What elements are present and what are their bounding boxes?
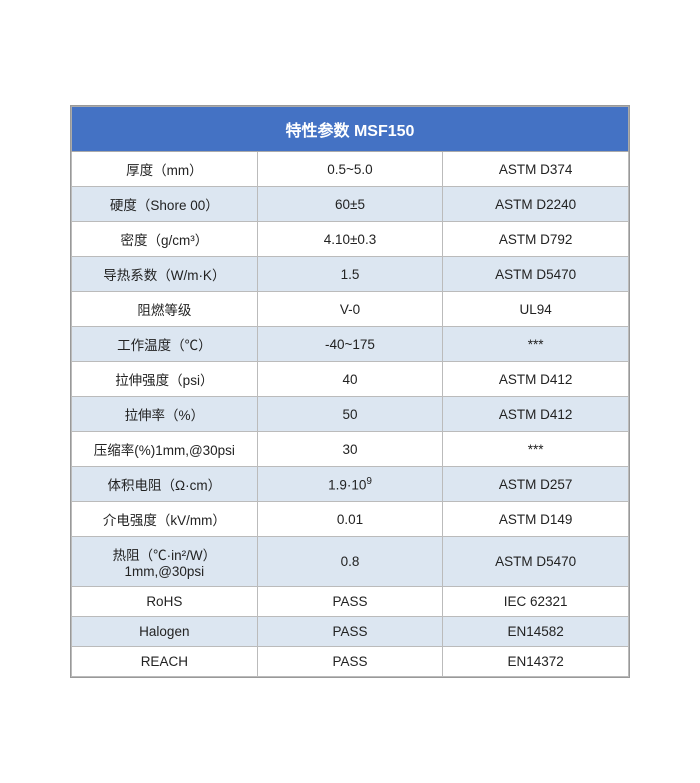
- table-row: 体积电阻（Ω·cm）1.9·109ASTM D257: [72, 467, 629, 502]
- value-cell: PASS: [257, 587, 443, 617]
- standard-cell: ASTM D792: [443, 222, 629, 257]
- value-cell: 60±5: [257, 187, 443, 222]
- standard-cell: ASTM D412: [443, 362, 629, 397]
- standard-cell: ASTM D374: [443, 152, 629, 187]
- value-cell: V-0: [257, 292, 443, 327]
- standard-cell: UL94: [443, 292, 629, 327]
- table-row: 导热系数（W/m·K）1.5ASTM D5470: [72, 257, 629, 292]
- standard-cell: ASTM D5470: [443, 537, 629, 587]
- property-cell: 阻燃等级: [72, 292, 258, 327]
- table-row: RoHSPASSIEC 62321: [72, 587, 629, 617]
- property-cell: 介电强度（kV/mm）: [72, 502, 258, 537]
- table-row: 拉伸强度（psi）40ASTM D412: [72, 362, 629, 397]
- table-row: 介电强度（kV/mm）0.01ASTM D149: [72, 502, 629, 537]
- standard-cell: ASTM D5470: [443, 257, 629, 292]
- value-cell: -40~175: [257, 327, 443, 362]
- table-header-row: 特性参数 MSF150: [72, 107, 629, 152]
- value-cell: PASS: [257, 617, 443, 647]
- property-cell: Halogen: [72, 617, 258, 647]
- property-cell: 拉伸强度（psi）: [72, 362, 258, 397]
- standard-cell: ASTM D412: [443, 397, 629, 432]
- property-cell: 压缩率(%)1mm,@30psi: [72, 432, 258, 467]
- property-cell: 密度（g/cm³）: [72, 222, 258, 257]
- standard-cell: ***: [443, 327, 629, 362]
- value-cell: 0.5~5.0: [257, 152, 443, 187]
- property-cell: 拉伸率（%）: [72, 397, 258, 432]
- table-row: 压缩率(%)1mm,@30psi30***: [72, 432, 629, 467]
- table-row: 密度（g/cm³）4.10±0.3ASTM D792: [72, 222, 629, 257]
- table-row: 厚度（mm）0.5~5.0ASTM D374: [72, 152, 629, 187]
- standard-cell: IEC 62321: [443, 587, 629, 617]
- table-row: 拉伸率（%）50ASTM D412: [72, 397, 629, 432]
- property-cell: 热阻（℃·in²/W）1mm,@30psi: [72, 537, 258, 587]
- value-cell: 1.5: [257, 257, 443, 292]
- property-cell: REACH: [72, 647, 258, 677]
- standard-cell: EN14372: [443, 647, 629, 677]
- property-cell: 工作温度（℃）: [72, 327, 258, 362]
- value-cell: 4.10±0.3: [257, 222, 443, 257]
- table-row: 硬度（Shore 00）60±5ASTM D2240: [72, 187, 629, 222]
- value-cell: 0.01: [257, 502, 443, 537]
- standard-cell: ASTM D149: [443, 502, 629, 537]
- properties-table: 特性参数 MSF150 厚度（mm）0.5~5.0ASTM D374硬度（Sho…: [70, 105, 630, 678]
- table-row: 阻燃等级V-0UL94: [72, 292, 629, 327]
- standard-cell: ***: [443, 432, 629, 467]
- property-cell: 导热系数（W/m·K）: [72, 257, 258, 292]
- value-cell: 50: [257, 397, 443, 432]
- value-cell: 1.9·109: [257, 467, 443, 502]
- table-row: REACHPASSEN14372: [72, 647, 629, 677]
- standard-cell: ASTM D2240: [443, 187, 629, 222]
- table-row: 热阻（℃·in²/W）1mm,@30psi0.8ASTM D5470: [72, 537, 629, 587]
- table-row: HalogenPASSEN14582: [72, 617, 629, 647]
- table-row: 工作温度（℃）-40~175***: [72, 327, 629, 362]
- standard-cell: EN14582: [443, 617, 629, 647]
- property-cell: 体积电阻（Ω·cm）: [72, 467, 258, 502]
- property-cell: RoHS: [72, 587, 258, 617]
- property-cell: 硬度（Shore 00）: [72, 187, 258, 222]
- value-cell: PASS: [257, 647, 443, 677]
- value-cell: 0.8: [257, 537, 443, 587]
- value-cell: 30: [257, 432, 443, 467]
- table-title: 特性参数 MSF150: [72, 107, 629, 152]
- property-cell: 厚度（mm）: [72, 152, 258, 187]
- standard-cell: ASTM D257: [443, 467, 629, 502]
- value-cell: 40: [257, 362, 443, 397]
